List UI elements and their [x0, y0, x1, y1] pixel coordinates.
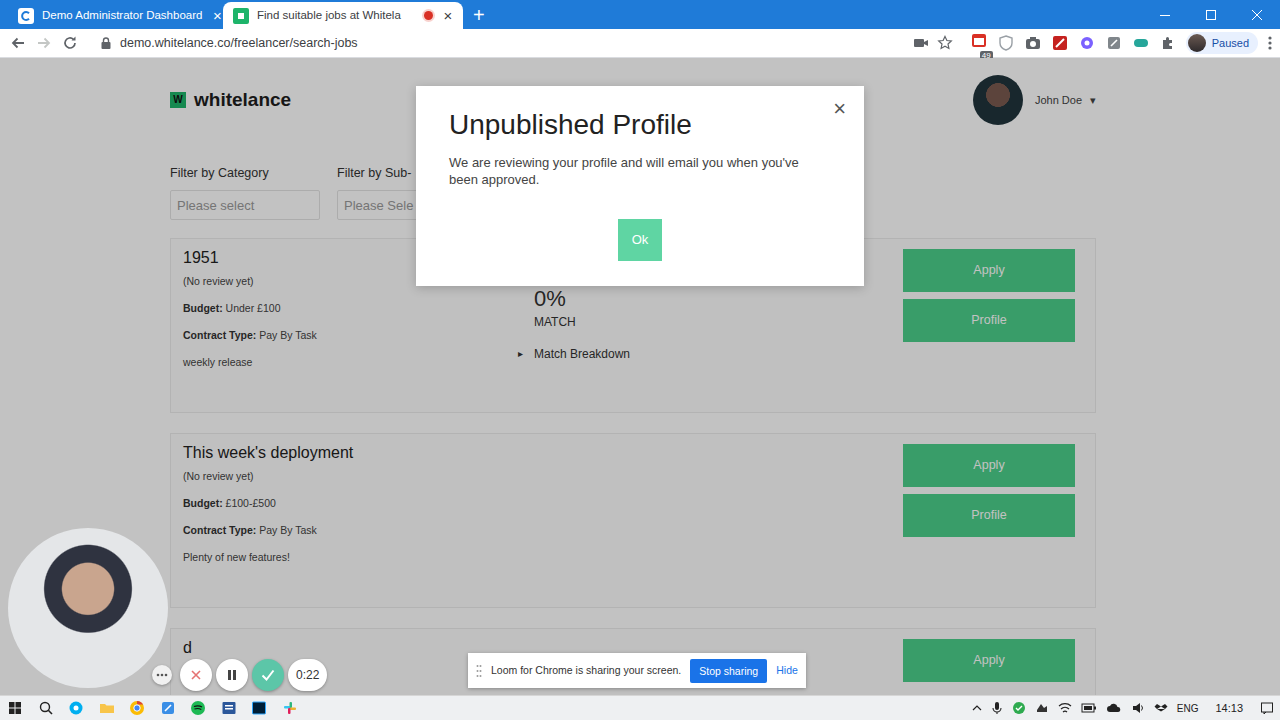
battery-icon[interactable]	[1081, 703, 1097, 713]
app-icon[interactable]	[153, 696, 184, 720]
modal-close-button[interactable]: ×	[833, 98, 846, 120]
tab-title[interactable]: Demo Administrator Dashboard	[42, 7, 202, 24]
modal-message: We are reviewing your profile and will e…	[449, 154, 831, 188]
whitelance-favicon-icon	[233, 8, 249, 24]
screenshot-extension-icon[interactable]	[1025, 35, 1041, 51]
screen-share-bar: Loom for Chrome is sharing your screen. S…	[468, 653, 806, 688]
shield-extension-icon[interactable]	[998, 35, 1014, 51]
profile-avatar	[1188, 34, 1206, 52]
microphone-icon[interactable]	[991, 701, 1003, 715]
maximize-icon[interactable]	[1188, 0, 1234, 29]
slack-icon[interactable]	[275, 696, 306, 720]
share-notice: Loom for Chrome is sharing your screen.	[491, 663, 681, 679]
tab-title[interactable]: Find suitable jobs at Whitela	[257, 7, 416, 24]
forward-arrow-icon[interactable]	[36, 35, 52, 51]
pause-recording-icon[interactable]	[216, 659, 248, 691]
hide-link[interactable]: Hide	[776, 663, 798, 679]
volume-icon[interactable]	[1131, 701, 1145, 715]
tab-strip: Demo Administrator Dashboard×Find suitab…	[0, 0, 1280, 29]
file-explorer-icon[interactable]	[92, 696, 123, 720]
calendar-extension[interactable]: 49	[971, 31, 987, 55]
minimize-icon[interactable]	[1142, 0, 1188, 29]
calendar-extension-icon[interactable]	[971, 32, 987, 48]
camera-blocked-icon[interactable]	[913, 35, 929, 51]
browser-tab[interactable]: Demo Administrator Dashboard×	[8, 2, 223, 29]
dropbox-icon[interactable]	[1154, 701, 1168, 715]
extensions-bar: 49	[971, 31, 1176, 55]
skype-icon[interactable]	[61, 696, 92, 720]
recording-indicator-icon	[424, 11, 433, 20]
window-controls	[1142, 0, 1280, 29]
loom-controls: 0:22	[152, 659, 327, 691]
start-windows-icon[interactable]	[0, 696, 31, 720]
menu-kebab-icon[interactable]	[1268, 35, 1272, 51]
tab-close-button[interactable]: ×	[441, 8, 455, 23]
search-icon[interactable]	[31, 696, 62, 720]
color-extension-icon[interactable]	[1079, 35, 1095, 51]
dashboard-favicon-icon	[18, 8, 34, 24]
cloud-icon[interactable]	[1106, 702, 1122, 714]
show-hidden-icons-icon[interactable]	[972, 703, 982, 713]
back-arrow-icon[interactable]	[10, 35, 26, 51]
cancel-recording-icon[interactable]	[180, 659, 212, 691]
modal-footer: Ok	[449, 188, 831, 261]
modal-title: Unpublished Profile	[449, 107, 831, 143]
close-window-icon[interactable]	[1234, 0, 1280, 29]
address-bar[interactable]: demo.whitelance.co/freelancer/search-job…	[92, 31, 961, 55]
puzzle-extensions-icon[interactable]	[1160, 35, 1176, 51]
reload-icon[interactable]	[62, 35, 78, 51]
input-language[interactable]: ENG	[1177, 701, 1199, 716]
stop-sharing-button[interactable]: Stop sharing	[690, 659, 767, 683]
spotify-icon[interactable]	[183, 696, 214, 720]
taskbar: ENG 14:13	[0, 695, 1280, 720]
lock-icon	[100, 36, 112, 50]
more-options-icon[interactable]	[152, 665, 172, 685]
drag-handle-icon[interactable]	[476, 664, 482, 678]
pdf-extension-icon[interactable]	[1052, 35, 1068, 51]
notifications-icon[interactable]	[1260, 701, 1274, 715]
chrome-icon[interactable]	[122, 696, 153, 720]
page-viewport: WwhitelanceJohn Doe▾Filter by CategoryFi…	[0, 58, 1280, 695]
network-icon[interactable]	[1058, 701, 1072, 715]
bookmark-star-icon[interactable]	[937, 35, 953, 51]
tool-extension-icon[interactable]	[1106, 35, 1122, 51]
url-text[interactable]: demo.whitelance.co/freelancer/search-job…	[120, 34, 905, 53]
clock[interactable]: 14:13	[1215, 700, 1243, 717]
browser-toolbar: demo.whitelance.co/freelancer/search-job…	[0, 29, 1280, 58]
recording-timer: 0:22	[288, 659, 327, 691]
ok-button[interactable]: Ok	[618, 219, 663, 261]
new-tab-button[interactable]: +	[463, 2, 495, 29]
browser-tab[interactable]: Find suitable jobs at Whitela ×	[223, 2, 463, 29]
sync-icon[interactable]	[1035, 701, 1049, 715]
profile-status[interactable]: Paused	[1212, 35, 1249, 52]
teal-extension-icon[interactable]	[1133, 35, 1149, 51]
photoshop-icon[interactable]	[244, 696, 275, 720]
finish-recording-icon[interactable]	[252, 659, 284, 691]
profile-button[interactable]: Paused	[1186, 32, 1258, 54]
system-tray: ENG 14:13	[972, 700, 1274, 717]
unpublished-profile-modal: ×Unpublished Profile We are reviewing you…	[416, 86, 864, 286]
word-icon[interactable]	[214, 696, 245, 720]
webcam-bubble[interactable]	[8, 528, 168, 688]
status-ok-icon[interactable]	[1012, 701, 1026, 715]
